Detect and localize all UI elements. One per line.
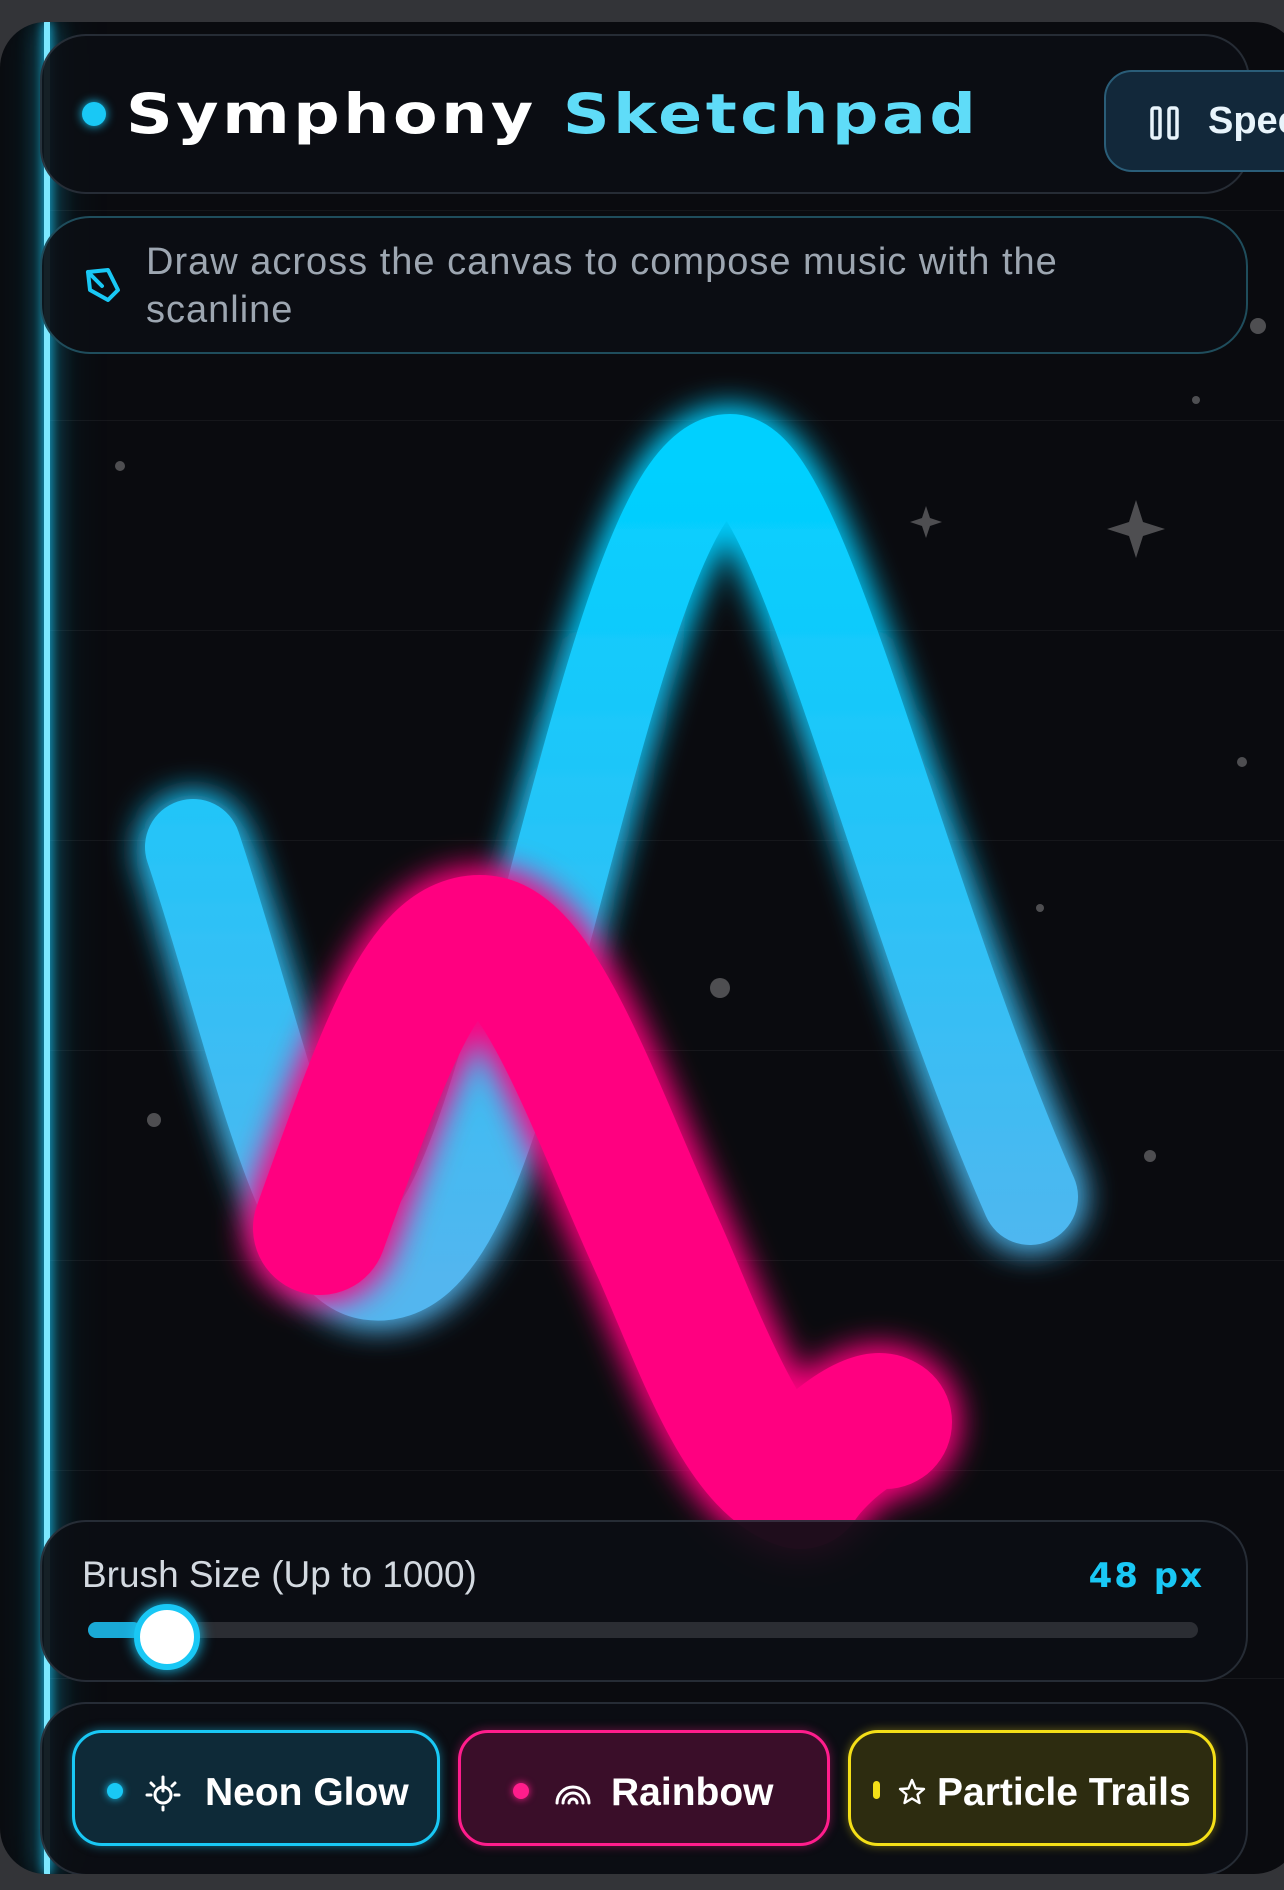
- brush-size-label: Brush Size (Up to 1000): [82, 1554, 477, 1595]
- neon-glow-button[interactable]: Neon Glow: [72, 1730, 440, 1846]
- speed-button[interactable]: Speed:: [1104, 70, 1284, 172]
- hint-banner: Draw across the canvas to compose music …: [40, 216, 1248, 354]
- status-dot: [82, 102, 106, 126]
- speed-label: Speed:: [1208, 100, 1284, 142]
- mode-label: Rainbow: [611, 1771, 774, 1814]
- pen-tool-icon: [86, 268, 120, 302]
- brush-size-value: 48 px: [1088, 1556, 1204, 1596]
- mode-label: Neon Glow: [205, 1771, 409, 1814]
- rainbow-button[interactable]: Rainbow: [458, 1730, 830, 1846]
- app-frame: Symphony Sketchpad Speed: Draw across th…: [0, 22, 1284, 1874]
- rainbow-icon: [555, 1785, 591, 1805]
- pause-icon: [1150, 106, 1179, 140]
- hint-text: Draw across the canvas to compose music …: [146, 241, 1058, 331]
- header-bar: Symphony Sketchpad Speed:: [40, 34, 1284, 194]
- brush-size-panel: Brush Size (Up to 1000) 48 px: [40, 1520, 1248, 1682]
- title-word-2: Sketchpad: [562, 82, 980, 146]
- mode-indicator-dot: [873, 1781, 880, 1799]
- sun-icon: [145, 1775, 181, 1812]
- mode-indicator-dot: [513, 1783, 529, 1799]
- star-icon: [898, 1778, 926, 1805]
- mode-bar: Neon Glow Rainbow Particle Trails: [40, 1702, 1248, 1874]
- brush-size-slider-thumb[interactable]: [134, 1604, 200, 1670]
- particle-trails-button[interactable]: Particle Trails: [848, 1730, 1216, 1846]
- title-word-1: Symphony: [126, 82, 537, 146]
- brush-size-slider-track[interactable]: [88, 1622, 1198, 1638]
- mode-label: Particle Trails: [937, 1771, 1191, 1814]
- mode-indicator-dot: [107, 1783, 123, 1799]
- app-title: Symphony Sketchpad: [126, 82, 979, 146]
